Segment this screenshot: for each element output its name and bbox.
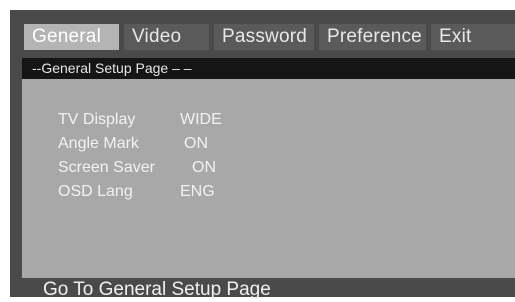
setting-value: WIDE (180, 111, 222, 128)
tab-exit[interactable]: Exit (431, 24, 515, 50)
status-hint: Go To General Setup Page (43, 279, 271, 300)
setting-value: ENG (180, 183, 215, 200)
tab-general[interactable]: General (24, 24, 119, 50)
setting-label: OSD Lang (58, 183, 133, 200)
tab-password[interactable]: Password (214, 24, 314, 50)
tab-video[interactable]: Video (124, 24, 209, 50)
panel-header: --General Setup Page – – (22, 58, 515, 79)
setting-label: Angle Mark (58, 135, 139, 152)
setup-menu-screen: General Video Password Preference Exit -… (10, 10, 515, 300)
setting-value: ON (184, 135, 208, 152)
setting-label: TV Display (58, 111, 136, 128)
setting-value: ON (192, 159, 216, 176)
tab-preference[interactable]: Preference (319, 24, 426, 50)
general-setup-panel: --General Setup Page – – TV Display WIDE… (22, 58, 515, 278)
menu-tab-bar: General Video Password Preference Exit (24, 24, 515, 50)
panel-title: --General Setup Page – – (32, 60, 192, 76)
setting-label: Screen Saver (58, 159, 155, 176)
